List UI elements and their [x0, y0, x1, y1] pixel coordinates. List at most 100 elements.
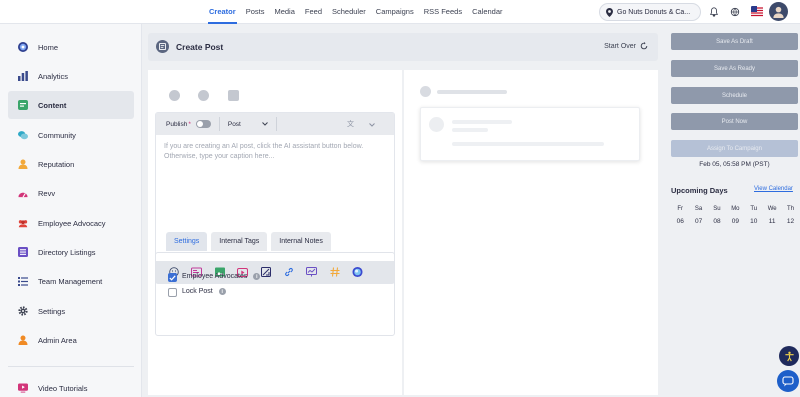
bell-icon[interactable]	[706, 4, 722, 20]
save-as-draft-button[interactable]: Save As Draft	[671, 33, 798, 50]
employee-advocacy-icon	[18, 218, 28, 228]
sidebar-item-content[interactable]: Content	[8, 91, 134, 119]
sidebar-item-label: Team Management	[38, 276, 103, 286]
location-selector[interactable]: Go Nuts Donuts & Ca...	[599, 3, 701, 21]
sidebar-item-community[interactable]: Community	[8, 121, 134, 149]
preview-header-skeleton	[420, 86, 507, 97]
top-nav: Creator Posts Media Feed Scheduler Campa…	[204, 0, 508, 24]
checkmark-icon	[169, 274, 176, 281]
date-cell[interactable]: 07	[689, 218, 707, 225]
location-label: Go Nuts Donuts & Ca...	[617, 8, 691, 16]
publish-toggle[interactable]: Publish *	[166, 120, 211, 128]
lock-post-row: Lock Post i	[182, 288, 226, 295]
publish-label: Publish	[166, 120, 188, 128]
info-icon[interactable]: i	[218, 288, 226, 295]
google-business-icon[interactable]	[198, 90, 209, 101]
facebook-icon[interactable]	[169, 90, 180, 101]
translate-chevron-icon[interactable]	[369, 120, 375, 129]
instagram-icon[interactable]	[228, 90, 239, 101]
date-cell[interactable]: 12	[781, 218, 799, 225]
sidebar-item-settings[interactable]: Settings	[8, 297, 134, 325]
sidebar-item-label: Video Tutorials	[38, 383, 88, 393]
employee-advocates-checkbox[interactable]	[168, 273, 177, 282]
nav-creator[interactable]: Creator	[204, 0, 241, 24]
avatar[interactable]	[769, 2, 788, 21]
sidebar: Home Analytics Content Community Reputat…	[0, 24, 142, 397]
sidebar-divider	[8, 366, 134, 367]
map-pin-icon	[606, 7, 613, 17]
date-cell[interactable]: 10	[745, 218, 763, 225]
sidebar-item-label: Home	[38, 42, 59, 52]
weekday-label: Sa	[694, 206, 703, 212]
schedule-button[interactable]: Schedule	[671, 87, 798, 104]
required-marker: *	[188, 120, 191, 128]
globe-icon[interactable]	[727, 4, 743, 20]
assign-to-campaign-button[interactable]: Assign To Campaign	[671, 140, 798, 157]
tab-internal-tags[interactable]: Internal Tags	[211, 232, 268, 251]
top-bar: Creator Posts Media Feed Scheduler Campa…	[0, 0, 800, 24]
info-icon[interactable]: i	[253, 273, 261, 280]
sidebar-item-label: Content	[38, 100, 67, 110]
upcoming-days-grid: Fr Sa Su Mo Tu We Th 06 07 08 09 10 11 1…	[671, 206, 800, 225]
publish-switch[interactable]	[195, 120, 211, 128]
post-now-button[interactable]: Post Now	[671, 113, 798, 130]
date-cell[interactable]: 11	[763, 218, 781, 225]
refresh-icon	[640, 42, 648, 50]
date-cell[interactable]: 08	[708, 218, 726, 225]
sidebar-item-label: Analytics	[38, 71, 69, 81]
save-as-ready-button[interactable]: Save As Ready	[671, 60, 798, 77]
admin-icon	[18, 335, 28, 345]
toolbar-divider	[275, 117, 277, 131]
directory-icon	[18, 247, 28, 257]
chat-icon[interactable]	[777, 370, 799, 392]
nav-feed[interactable]: Feed	[300, 0, 327, 24]
date-cell[interactable]: 09	[726, 218, 744, 225]
post-type-select[interactable]: Post	[228, 121, 268, 128]
home-logo-icon	[18, 42, 28, 52]
translate-icon[interactable]: 文	[347, 119, 357, 130]
svg-text:文: 文	[347, 119, 354, 128]
nav-posts[interactable]: Posts	[241, 0, 270, 24]
employee-advocates-row: Employee Advocates i	[182, 273, 261, 280]
video-icon	[18, 383, 28, 393]
sidebar-item-label: Community	[38, 130, 76, 140]
preview-card	[420, 107, 640, 161]
weekday-label: Th	[787, 206, 795, 212]
weekday-label: We	[767, 206, 777, 212]
composer-toolbar: Publish * Post 文	[156, 113, 394, 135]
sidebar-item-team-management[interactable]: Team Management	[8, 267, 134, 295]
post-editor-panel: Publish * Post 文 If you are creating an …	[148, 70, 402, 395]
sidebar-item-label: Reputation	[38, 159, 75, 169]
lock-post-checkbox[interactable]	[168, 288, 177, 297]
caption-input[interactable]: If you are creating an AI post, click th…	[164, 142, 386, 162]
sidebar-item-label: Admin Area	[38, 335, 77, 345]
date-cell[interactable]: 06	[671, 218, 689, 225]
nav-campaigns[interactable]: Campaigns	[371, 0, 419, 24]
view-calendar-link[interactable]: View Calendar	[754, 186, 793, 192]
tab-internal-notes[interactable]: Internal Notes	[271, 232, 331, 251]
post-preview-panel	[404, 70, 658, 395]
sidebar-item-admin-area[interactable]: Admin Area	[8, 326, 134, 354]
tab-settings[interactable]: Settings	[166, 232, 208, 251]
us-flag-icon[interactable]	[749, 4, 765, 20]
weekday-label: Tu	[750, 206, 758, 212]
post-type-value: Post	[227, 120, 241, 128]
sidebar-item-revv[interactable]: Revv	[8, 179, 134, 207]
sidebar-item-video-tutorials[interactable]: Video Tutorials	[8, 374, 134, 397]
sidebar-item-home[interactable]: Home	[8, 33, 134, 61]
sidebar-item-reputation[interactable]: Reputation	[8, 150, 134, 178]
sidebar-item-label: Revv	[38, 188, 56, 198]
start-over-button[interactable]: Start Over	[604, 42, 648, 50]
reputation-icon	[18, 159, 28, 169]
nav-rss-feeds[interactable]: RSS Feeds	[419, 0, 467, 24]
nav-calendar[interactable]: Calendar	[467, 0, 507, 24]
preview-card-line	[452, 128, 488, 132]
nav-media[interactable]: Media	[269, 0, 299, 24]
nav-scheduler[interactable]: Scheduler	[327, 0, 371, 24]
sidebar-item-directory-listings[interactable]: Directory Listings	[8, 238, 134, 266]
accessibility-icon[interactable]	[779, 346, 799, 366]
weekday-label: Fr	[677, 206, 684, 212]
sidebar-item-employee-advocacy[interactable]: Employee Advocacy	[8, 209, 134, 237]
sidebar-item-analytics[interactable]: Analytics	[8, 62, 134, 90]
weekday-row: Fr Sa Su Mo Tu We Th	[671, 206, 800, 212]
